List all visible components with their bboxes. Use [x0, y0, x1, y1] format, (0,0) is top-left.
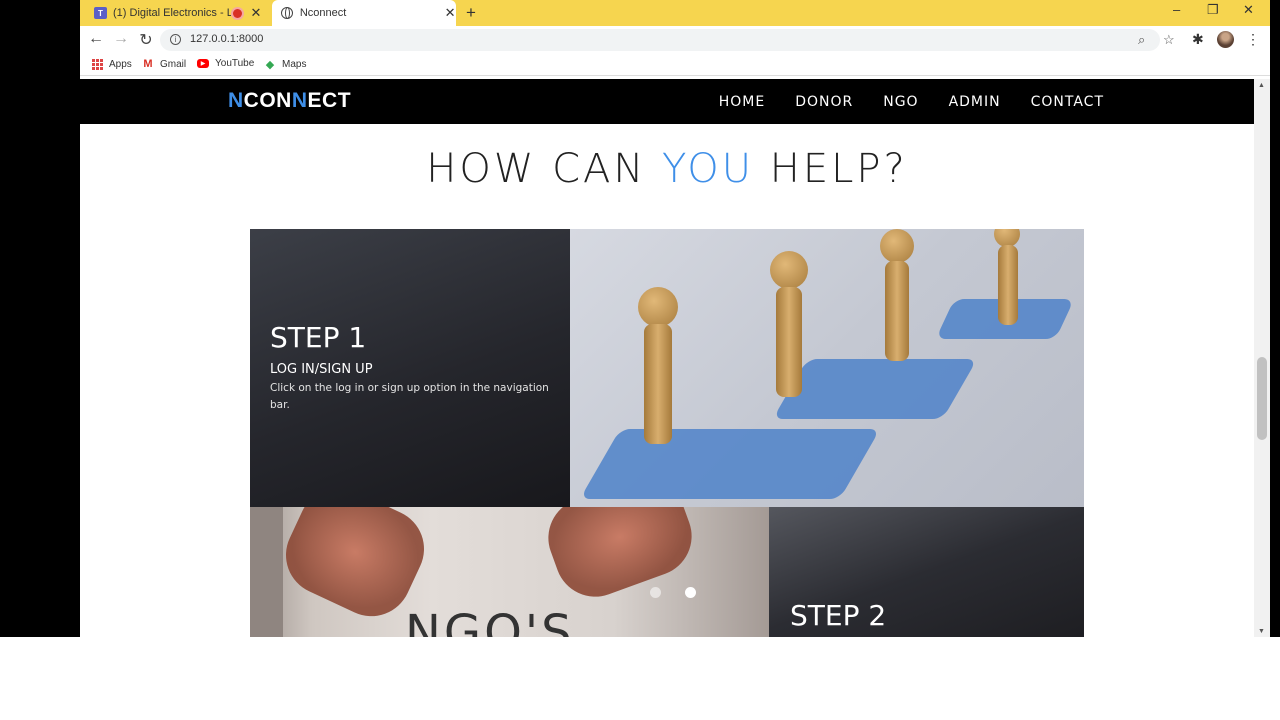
- bookmark-label: YouTube: [215, 58, 255, 69]
- site-logo[interactable]: NCONNECT: [228, 89, 351, 113]
- bookmark-label: Apps: [109, 58, 132, 70]
- close-tab-icon[interactable]: ✕: [250, 5, 262, 21]
- menu-icon[interactable]: ⋮: [1246, 31, 1260, 48]
- bookmark-label: Gmail: [160, 58, 187, 70]
- globe-icon: [280, 6, 294, 20]
- maps-icon: ◆: [265, 58, 275, 71]
- nav-links: HOME DONOR NGO ADMIN CONTACT: [719, 94, 1104, 110]
- site-navbar: NCONNECT HOME DONOR NGO ADMIN CONTACT: [80, 79, 1254, 124]
- youtube-icon: ▶: [197, 59, 209, 68]
- bookmark-star-icon[interactable]: ☆: [1163, 32, 1175, 48]
- ngo-image-text: NGO'S: [405, 605, 575, 637]
- bookmark-apps[interactable]: Apps: [91, 58, 132, 70]
- screen-background: T (1) Digital Electronics - Lectu ✕ Ncon…: [0, 0, 1280, 637]
- new-tab-button[interactable]: +: [466, 3, 476, 23]
- tab-strip: T (1) Digital Electronics - Lectu ✕ Ncon…: [80, 0, 1270, 26]
- zoom-icon[interactable]: ⌕: [1138, 32, 1145, 48]
- info-icon[interactable]: i: [170, 34, 181, 45]
- carousel-dot-2[interactable]: [685, 587, 696, 598]
- browser-window: T (1) Digital Electronics - Lectu ✕ Ncon…: [80, 0, 1270, 637]
- gmail-icon: M: [143, 58, 153, 70]
- tab-title: (1) Digital Electronics - Lectu: [113, 7, 231, 19]
- restore-button[interactable]: ❐: [1207, 2, 1219, 18]
- nav-ngo[interactable]: NGO: [883, 94, 918, 110]
- step2-text-panel: STEP 2: [769, 507, 1084, 637]
- bookmarks-bar: Apps M Gmail ▶ YouTube ◆ Maps: [80, 54, 1270, 76]
- bookmark-gmail[interactable]: M Gmail: [142, 58, 186, 70]
- address-bar[interactable]: i 127.0.0.1:8000 ⌕ ☆: [160, 29, 1175, 51]
- scroll-thumb[interactable]: [1257, 357, 1267, 440]
- step2-title: STEP 2: [790, 599, 887, 632]
- scroll-up-icon[interactable]: ▲: [1258, 82, 1265, 89]
- close-tab-icon[interactable]: ✕: [444, 5, 456, 21]
- bookmark-youtube[interactable]: ▶ YouTube: [197, 58, 254, 69]
- tab-digital-electronics[interactable]: T (1) Digital Electronics - Lectu ✕: [80, 0, 270, 26]
- tab-nconnect[interactable]: Nconnect ✕: [272, 0, 456, 26]
- forward-icon[interactable]: →: [111, 30, 131, 48]
- scroll-down-icon[interactable]: ▼: [1258, 628, 1265, 635]
- nav-admin[interactable]: ADMIN: [949, 94, 1001, 110]
- recording-icon: [233, 8, 242, 18]
- step2-row: NGO'S STEP 2: [250, 507, 1084, 637]
- nav-donor[interactable]: DONOR: [795, 94, 853, 110]
- page-scrollbar[interactable]: ▲ ▼: [1254, 79, 1270, 637]
- step1-description: Click on the log in or sign up option in…: [270, 382, 549, 411]
- apps-grid-icon: [91, 58, 103, 70]
- browser-toolbar: ← → ↻ i 127.0.0.1:8000 ⌕ ☆ ✱ ⋮: [80, 26, 1270, 54]
- reload-icon[interactable]: ↻: [136, 30, 156, 50]
- section-heading: HOW CAN YOU HELP?: [426, 146, 908, 192]
- nav-home[interactable]: HOME: [719, 94, 765, 110]
- step1-text-panel: STEP 1 LOG IN/SIGN UP Click on the log i…: [250, 229, 570, 507]
- ngo-hands-image: NGO'S: [250, 507, 769, 637]
- profile-avatar[interactable]: [1217, 31, 1234, 48]
- step1-subtitle: LOG IN/SIGN UP: [270, 362, 373, 377]
- bookmark-maps[interactable]: ◆ Maps: [264, 58, 307, 71]
- close-window-button[interactable]: ✕: [1243, 2, 1254, 18]
- extensions-icon[interactable]: ✱: [1192, 31, 1204, 48]
- page-viewport: NCONNECT HOME DONOR NGO ADMIN CONTACT HO…: [80, 79, 1254, 637]
- nav-contact[interactable]: CONTACT: [1031, 94, 1104, 110]
- teamwork-puzzle-image: [570, 229, 1084, 507]
- back-icon[interactable]: ←: [86, 30, 106, 48]
- bookmark-label: Maps: [282, 58, 307, 70]
- carousel-dot-1[interactable]: [650, 587, 661, 598]
- minimize-button[interactable]: –: [1173, 2, 1180, 17]
- step1-title: STEP 1: [270, 321, 367, 354]
- url-text: 127.0.0.1:8000: [190, 33, 264, 45]
- tab-title: Nconnect: [299, 7, 347, 19]
- teams-icon: T: [94, 7, 107, 19]
- step1-banner: STEP 1 LOG IN/SIGN UP Click on the log i…: [250, 229, 1084, 507]
- bottom-area: [0, 637, 1280, 720]
